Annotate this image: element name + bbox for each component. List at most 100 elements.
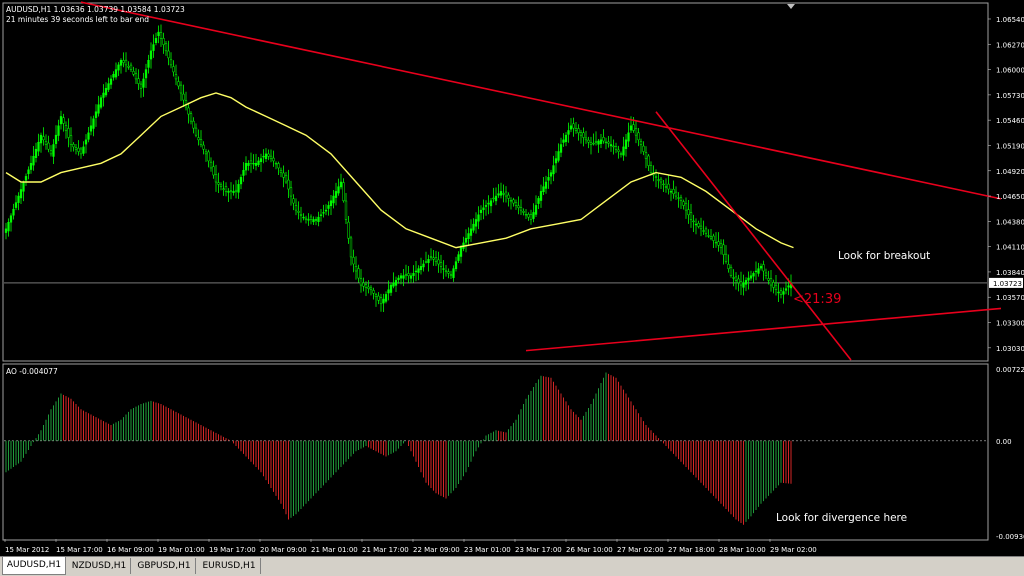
candle-body — [504, 191, 508, 197]
candle-body — [389, 284, 393, 293]
candle-body — [674, 191, 678, 197]
tab-gbpusd[interactable]: GBPUSD,H1 — [133, 558, 196, 574]
candle-body — [662, 183, 665, 186]
candle-body — [554, 158, 558, 164]
candle-body — [59, 116, 63, 125]
candle-body — [179, 84, 183, 94]
candle-body — [759, 266, 763, 269]
candle-body — [542, 186, 545, 193]
candle-body — [492, 197, 495, 200]
candle-body — [39, 134, 43, 144]
candle-body — [349, 237, 353, 258]
candle-body — [682, 201, 685, 206]
candle-body — [469, 228, 473, 236]
candle-body — [489, 200, 493, 207]
candle-body — [529, 214, 533, 220]
tab-eurusd[interactable]: EURUSD,H1 — [198, 558, 261, 574]
candle-body — [332, 195, 335, 204]
candle-body — [382, 298, 385, 304]
candle-body — [514, 202, 518, 206]
candle-body — [727, 264, 730, 269]
candle-body — [654, 176, 658, 178]
trendline — [525, 307, 1002, 352]
ao-tick-label: 0.00 — [996, 438, 1012, 446]
time-tick-label: 19 Mar 17:00 — [209, 546, 256, 554]
price-tick-label: 1.05190 — [996, 142, 1024, 150]
candle-body — [762, 264, 765, 272]
candle-body — [702, 230, 705, 232]
candle-body — [629, 125, 633, 131]
divergence-annotation: Look for divergence here — [776, 512, 907, 524]
candle-body — [699, 225, 703, 230]
candle-body — [109, 78, 113, 85]
candle-body — [142, 78, 145, 88]
candle-body — [637, 132, 640, 141]
candle-body — [267, 153, 270, 157]
candle-body — [549, 172, 553, 177]
candle-body — [617, 149, 620, 152]
candle-body — [769, 278, 773, 286]
candle-body — [659, 178, 663, 183]
candle-body — [329, 200, 333, 207]
candle-body — [474, 219, 478, 227]
tab-audusd[interactable]: AUDUSD,H1 — [2, 557, 66, 575]
candle-body — [592, 142, 595, 145]
candle-body — [479, 209, 483, 213]
candle-body — [599, 139, 603, 144]
candle-body — [227, 191, 230, 193]
candle-body — [27, 169, 30, 175]
moving-average-line — [5, 92, 794, 249]
candle-body — [89, 125, 93, 132]
candle-body — [402, 275, 405, 279]
candle-body — [7, 222, 10, 232]
candle-body — [639, 141, 643, 145]
candle-body — [547, 177, 550, 181]
price-tick-label: 1.03570 — [996, 294, 1024, 302]
candle-body — [632, 124, 635, 131]
candle-body — [154, 38, 158, 43]
candle-body — [107, 83, 110, 90]
candle-body — [214, 174, 218, 183]
candle-body — [69, 135, 73, 145]
candle-body — [497, 193, 500, 196]
candle-body — [422, 263, 425, 268]
candle-body — [182, 93, 185, 101]
candle-body — [647, 155, 650, 166]
candle-body — [257, 160, 260, 165]
candle-body — [104, 88, 108, 96]
candle-body — [249, 160, 253, 164]
price-tick-label: 1.06270 — [996, 41, 1024, 49]
tab-nzdusd[interactable]: NZDUSD,H1 — [68, 558, 131, 574]
candle-body — [609, 144, 613, 147]
candle-body — [339, 181, 343, 188]
candle-body — [767, 278, 770, 281]
candle-body — [447, 271, 450, 274]
candle-body — [374, 294, 378, 298]
candle-body — [307, 219, 310, 221]
candle-body — [352, 257, 355, 265]
candle-body — [614, 146, 618, 150]
candle-body — [24, 176, 28, 181]
candle-body — [162, 38, 165, 45]
candle-body — [114, 69, 118, 78]
candle-body — [534, 205, 538, 215]
candle-body — [432, 257, 435, 260]
time-tick-label: 20 Mar 09:00 — [260, 546, 307, 554]
candle-body — [209, 161, 213, 169]
candle-body — [649, 165, 653, 173]
candle-body — [677, 197, 680, 199]
candle-body — [167, 50, 170, 59]
candle-body — [74, 147, 78, 150]
candle-body — [582, 132, 585, 138]
ao-tick-label: -0.00936 — [996, 533, 1024, 541]
chart-shift-marker[interactable] — [787, 4, 795, 9]
candle-body — [122, 60, 125, 63]
time-tick-label: 21 Mar 17:00 — [362, 546, 409, 554]
candle-body — [732, 277, 735, 279]
candle-body — [252, 163, 255, 165]
candle-body — [229, 190, 233, 192]
candle-body — [564, 134, 568, 143]
candle-body — [612, 145, 615, 148]
candle-body — [289, 187, 293, 197]
candle-body — [174, 74, 178, 80]
